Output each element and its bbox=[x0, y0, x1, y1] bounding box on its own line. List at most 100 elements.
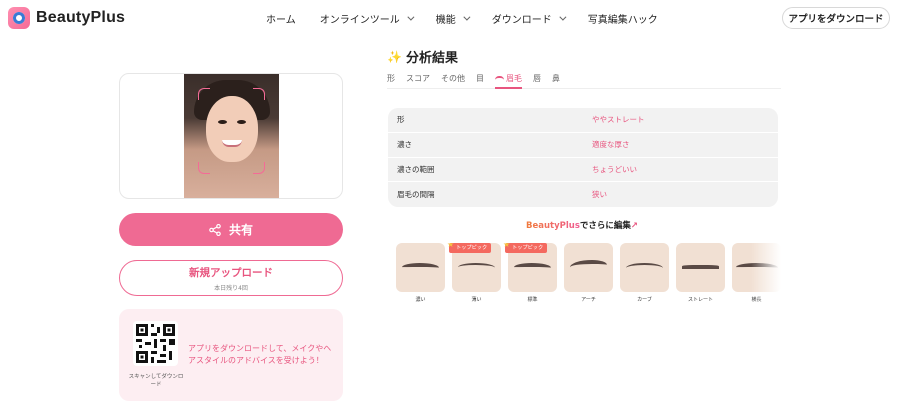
table-row: 眉毛の間隔 狭い bbox=[388, 182, 778, 207]
table-row: 形 ややストレート bbox=[388, 108, 778, 133]
row-label: 形 bbox=[397, 115, 405, 125]
promo-text: アプリをダウンロードして、メイクやヘアスタイルのアドバイスを受けよう！ bbox=[188, 344, 332, 365]
eyebrow-icon bbox=[514, 263, 551, 272]
table-row: 濃さ 適度な厚さ bbox=[388, 133, 778, 158]
scan-corner-icon bbox=[253, 88, 265, 100]
chevron-down-icon bbox=[559, 13, 567, 21]
eyebrow-icon bbox=[495, 76, 504, 80]
row-value: 適度な厚さ bbox=[592, 140, 630, 150]
nav-label: 写真編集ハック bbox=[587, 15, 658, 26]
remaining-uploads: 本日残り4回 bbox=[214, 284, 248, 292]
style-label: アーチ bbox=[581, 297, 596, 303]
qr-code bbox=[133, 321, 178, 366]
eyebrow-style-thin[interactable]: トップピック 薄い bbox=[447, 243, 501, 305]
beautyplus-logo-icon bbox=[8, 7, 30, 29]
top-pick-badge: トップピック bbox=[447, 243, 492, 253]
row-value: ちょうどいい bbox=[592, 164, 637, 174]
eyebrow-style-dark[interactable]: 濃い bbox=[396, 243, 445, 305]
tab-label: 鼻 bbox=[552, 74, 560, 83]
eyebrow-style-curve[interactable]: カーブ bbox=[620, 243, 669, 305]
nav-item-home[interactable]: ホーム bbox=[266, 11, 296, 26]
edit-suffix: でさらに編集 bbox=[579, 221, 631, 231]
style-label: ストレート bbox=[687, 297, 713, 303]
upload-label: 新規アップロード bbox=[189, 266, 273, 279]
tab-other[interactable]: その他 bbox=[441, 73, 465, 89]
scan-corner-icon bbox=[253, 162, 265, 174]
style-thumbnail bbox=[564, 243, 613, 292]
scan-corner-icon bbox=[198, 88, 210, 100]
eyebrow-icon bbox=[458, 263, 495, 272]
row-label: 眉毛の間隔 bbox=[397, 190, 435, 200]
nav-label: ダウンロード bbox=[491, 15, 552, 26]
tab-eyes[interactable]: 目 bbox=[476, 73, 484, 89]
eye-left bbox=[218, 120, 227, 124]
tab-score[interactable]: スコア bbox=[406, 73, 430, 89]
nav-item-online-tools[interactable]: オンラインツール bbox=[319, 11, 415, 26]
download-app-button[interactable]: アプリをダウンロード bbox=[782, 7, 890, 29]
tab-lips[interactable]: 唇 bbox=[533, 73, 541, 89]
brand-name: BeautyPlus bbox=[36, 9, 126, 26]
row-label: 濃さの範囲 bbox=[397, 164, 435, 174]
analysis-tabs: 形 スコア その他 目 眉毛 唇 鼻 bbox=[387, 73, 781, 89]
nav-label: ホーム bbox=[266, 15, 296, 26]
nav-item-download[interactable]: ダウンロード bbox=[491, 11, 567, 26]
tab-label: その他 bbox=[441, 74, 465, 83]
brand-logo[interactable]: BeautyPlus bbox=[8, 7, 125, 29]
top-pick-badge: トップピック bbox=[503, 243, 548, 253]
analysis-title: ✨ 分析結果 bbox=[387, 47, 458, 67]
row-value: 狭い bbox=[592, 190, 607, 200]
tab-label: スコア bbox=[406, 74, 430, 83]
nav-label: オンラインツール bbox=[319, 15, 400, 26]
chevron-down-icon bbox=[463, 13, 471, 21]
tab-label: 眉毛 bbox=[506, 74, 522, 83]
scan-corner-icon bbox=[198, 162, 210, 174]
top-header: BeautyPlus ホーム オンラインツール 機能 ダウンロード 写真編集ハッ… bbox=[0, 0, 900, 36]
eyebrow-style-standard[interactable]: トップピック 標準 bbox=[503, 243, 557, 305]
eye-right bbox=[237, 120, 246, 124]
eyebrow-icon bbox=[570, 260, 607, 272]
eyebrow-result-table: 形 ややストレート 濃さ 適度な厚さ 濃さの範囲 ちょうどいい 眉毛の間隔 狭い bbox=[388, 108, 778, 207]
qr-code-icon bbox=[136, 324, 175, 363]
tab-eyebrows[interactable]: 眉毛 bbox=[495, 73, 522, 89]
row-value: ややストレート bbox=[592, 115, 645, 125]
tab-label: 唇 bbox=[533, 74, 541, 83]
style-label: 濃い bbox=[415, 297, 426, 303]
table-row: 濃さの範囲 ちょうどいい bbox=[388, 158, 778, 183]
nav-item-features[interactable]: 機能 bbox=[435, 11, 471, 26]
tab-label: 目 bbox=[476, 74, 484, 83]
edit-more-link[interactable]: BeautyPlusでさらに編集↗ bbox=[387, 219, 777, 231]
share-icon bbox=[209, 223, 221, 236]
tab-label: 形 bbox=[387, 74, 395, 83]
scroll-fade bbox=[751, 243, 781, 303]
tab-shape[interactable]: 形 bbox=[387, 73, 395, 89]
share-label: 共有 bbox=[228, 223, 253, 237]
style-thumbnail bbox=[396, 243, 445, 292]
eyebrow-icon bbox=[626, 263, 663, 273]
eyebrow-style-list: 濃い トップピック 薄い トップピック 標準 アーチ カーブ ストレート 横長 bbox=[396, 243, 781, 305]
style-thumbnail bbox=[676, 243, 725, 292]
style-label: 標準 bbox=[527, 297, 538, 303]
app-promo-card: スキャンしてダウンロード アプリをダウンロードして、メイクやヘアスタイルのアドバ… bbox=[119, 309, 343, 401]
analysis-title-text: 分析結果 bbox=[405, 51, 458, 66]
sparkle-icon: ✨ bbox=[387, 49, 402, 64]
face bbox=[206, 96, 258, 162]
style-thumbnail bbox=[620, 243, 669, 292]
nav-item-photo-hacks[interactable]: 写真編集ハック bbox=[588, 11, 658, 26]
new-upload-button[interactable]: 新規アップロード 本日残り4回 bbox=[119, 260, 343, 296]
style-label: カーブ bbox=[637, 297, 652, 303]
eyebrow-icon bbox=[402, 263, 439, 272]
tab-nose[interactable]: 鼻 bbox=[552, 73, 560, 89]
eyebrow-icon bbox=[682, 265, 719, 269]
row-label: 濃さ bbox=[397, 140, 412, 150]
uploaded-photo-card bbox=[119, 73, 343, 199]
nav-label: 機能 bbox=[435, 15, 456, 26]
portrait-photo bbox=[184, 74, 279, 198]
eyebrow-style-arch[interactable]: アーチ bbox=[564, 243, 613, 305]
edit-brand: BeautyPlus bbox=[525, 221, 580, 231]
chevron-down-icon bbox=[407, 13, 415, 21]
qr-caption: スキャンしてダウンロード bbox=[128, 374, 184, 388]
external-arrow-icon: ↗ bbox=[630, 221, 639, 231]
style-label: 薄い bbox=[471, 297, 482, 303]
share-button[interactable]: 共有 bbox=[119, 213, 343, 246]
eyebrow-style-straight[interactable]: ストレート bbox=[676, 243, 725, 305]
